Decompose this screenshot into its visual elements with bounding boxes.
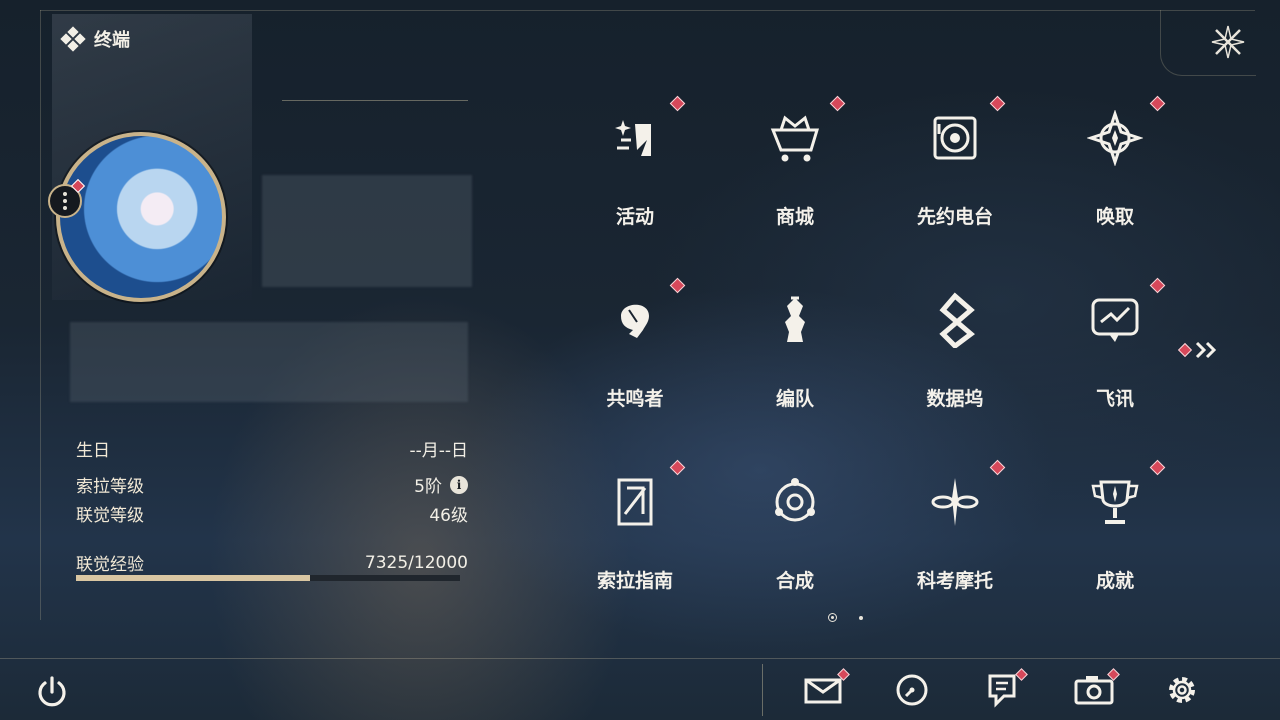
page-title: 终端 [60, 26, 130, 52]
sola-level-value: 5阶 [414, 477, 442, 497]
menu-item-label: 飞讯 [1095, 388, 1134, 410]
blurred-name-block [262, 175, 472, 287]
menu-item-label: 商城 [775, 206, 814, 228]
menu-item-label: 合成 [775, 570, 814, 592]
sola-level-label: 索拉等级 [76, 477, 144, 497]
power-icon [38, 676, 66, 707]
notification-badge [1149, 95, 1166, 112]
menu-item-radio[interactable]: 先约电台 [875, 90, 1035, 272]
page-dot-2[interactable] [859, 615, 863, 620]
menu-item-guide[interactable]: 索拉指南 [555, 454, 715, 636]
frame-line-left [40, 10, 41, 620]
mail-button[interactable] [802, 668, 850, 710]
menu-item-activity[interactable]: 活动 [555, 90, 715, 272]
clock-icon [896, 674, 928, 706]
settings-button[interactable] [1160, 670, 1204, 710]
menu-item-motorcycle[interactable]: 科考摩托 [875, 454, 1035, 636]
data-bank-icon [927, 292, 983, 350]
double-chevron-right-icon [1195, 341, 1217, 359]
toolbar-divider [762, 664, 763, 716]
menu-item-label: 科考摩托 [916, 570, 993, 592]
motorcycle-icon [927, 474, 983, 530]
sola-level-row: 索拉等级 5阶 i [76, 472, 468, 497]
exp-value: 7325/12000 [364, 552, 468, 573]
next-page-button[interactable] [1177, 340, 1220, 360]
notification-badge [1177, 342, 1193, 358]
convene-icon [1086, 109, 1144, 167]
exp-progress-fill [76, 575, 311, 581]
close-button[interactable] [1208, 22, 1248, 62]
message-icon [1087, 292, 1143, 348]
notification-badge [1149, 277, 1166, 294]
divider-line [282, 100, 468, 101]
menu-item-label: 编队 [775, 388, 814, 410]
menu-item-label: 成就 [1095, 570, 1134, 592]
notification-badge [989, 459, 1006, 476]
shop-cart-icon [767, 110, 823, 166]
blurred-signature-block [70, 322, 468, 402]
synthesis-icon [767, 474, 823, 530]
birthday-row: 生日 --月--日 [76, 436, 468, 461]
page-title-text: 终端 [94, 30, 130, 51]
union-level-row: 联觉等级 46级 [76, 501, 468, 526]
union-level-value: 46级 [429, 506, 468, 526]
menu-item-label: 数据坞 [926, 388, 984, 410]
notification-badge [669, 277, 686, 294]
menu-item-synthesis[interactable]: 合成 [715, 454, 875, 636]
menu-item-trophy[interactable]: 成就 [1035, 454, 1195, 636]
notification-badge [989, 95, 1006, 112]
radio-icon [927, 110, 983, 166]
resonator-icon [607, 292, 663, 348]
bottom-bar-divider [0, 658, 1280, 659]
birthday-value: --月--日 [409, 441, 468, 461]
menu-item-label: 唤取 [1095, 206, 1134, 228]
diamond-cluster-icon [60, 26, 86, 52]
menu-item-shop-cart[interactable]: 商城 [715, 90, 875, 272]
union-level-label: 联觉等级 [76, 506, 144, 526]
notification-badge [669, 459, 686, 476]
notification-badge [669, 95, 686, 112]
menu-item-label: 索拉指南 [596, 570, 673, 592]
page-dot-1[interactable] [828, 613, 837, 622]
exp-row: 联觉经验 7325/12000 [76, 550, 468, 576]
exp-label: 联觉经验 [76, 555, 144, 575]
guide-icon [607, 474, 663, 530]
menu-item-team[interactable]: 编队 [715, 272, 875, 454]
notice-button[interactable] [980, 668, 1028, 710]
frame-line-top [40, 10, 1255, 11]
birthday-label: 生日 [76, 441, 110, 461]
power-button[interactable] [32, 672, 72, 712]
trophy-icon [1087, 474, 1143, 530]
menu-item-resonator[interactable]: 共鸣者 [555, 272, 715, 454]
menu-item-label: 共鸣者 [606, 388, 664, 410]
close-star-icon [1211, 25, 1245, 59]
clock-button[interactable] [890, 670, 934, 710]
settings-gear-icon [1169, 677, 1195, 703]
menu-item-label: 活动 [615, 206, 654, 228]
info-icon[interactable]: i [450, 475, 468, 494]
team-icon [767, 292, 823, 348]
activity-icon [607, 110, 663, 166]
menu-item-convene[interactable]: 唤取 [1035, 90, 1195, 272]
notification-badge [1149, 459, 1166, 476]
menu-item-label: 先约电台 [916, 206, 993, 228]
character-avatar [56, 132, 226, 302]
menu-item-data-bank[interactable]: 数据坞 [875, 272, 1035, 454]
notification-badge [829, 95, 846, 112]
exp-progress-bar [76, 575, 460, 581]
page-indicator [828, 613, 863, 622]
menu-item-message[interactable]: 飞讯 [1035, 272, 1195, 454]
camera-button[interactable] [1072, 668, 1120, 710]
